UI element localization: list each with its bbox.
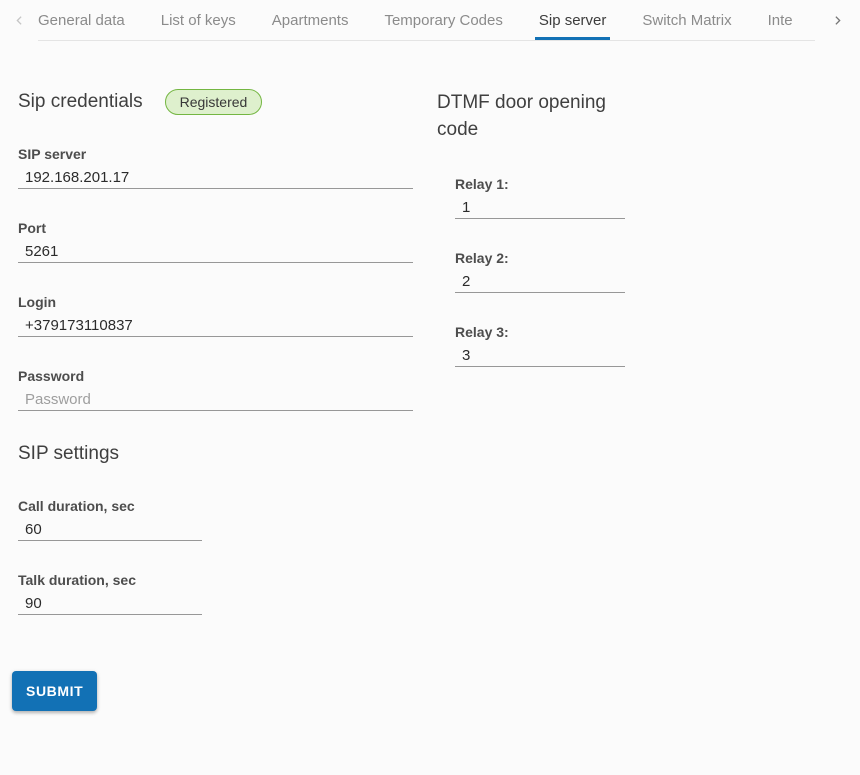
relay-2-label: Relay 2: — [455, 250, 647, 266]
talk-duration-field: Talk duration, sec — [18, 572, 413, 615]
relay-group: Relay 1: Relay 2: Relay 3: — [455, 176, 647, 367]
tab-sip-server[interactable]: Sip server — [539, 0, 607, 40]
tab-general-data[interactable]: General data — [38, 0, 125, 40]
relay-2-field: Relay 2: — [455, 250, 647, 293]
tab-bar: General data List of keys Apartments Tem… — [0, 0, 860, 41]
tabs-scroll-right-button[interactable] — [815, 0, 860, 41]
login-field: Login — [18, 294, 413, 337]
tab-temporary-codes[interactable]: Temporary Codes — [384, 0, 502, 40]
port-label: Port — [18, 220, 413, 236]
sip-credentials-title: Sip credentials — [18, 90, 143, 114]
call-duration-field: Call duration, sec — [18, 498, 413, 541]
sip-settings-title: SIP settings — [18, 442, 413, 466]
chevron-left-icon — [13, 14, 26, 27]
relay-3-label: Relay 3: — [455, 324, 647, 340]
tab-switch-matrix[interactable]: Switch Matrix — [642, 0, 731, 40]
sip-server-page: Sip credentials Registered SIP server Po… — [0, 41, 860, 711]
relay-1-input[interactable] — [455, 197, 625, 219]
password-field: Password — [18, 368, 413, 411]
relay-2-input[interactable] — [455, 271, 625, 293]
password-input[interactable] — [18, 389, 413, 411]
relay-3-input[interactable] — [455, 345, 625, 367]
talk-duration-input[interactable] — [18, 593, 202, 615]
call-duration-input[interactable] — [18, 519, 202, 541]
password-label: Password — [18, 368, 413, 384]
dtmf-title: DTMF door opening code — [437, 89, 627, 143]
sip-credentials-section: Sip credentials Registered SIP server Po… — [18, 41, 413, 711]
talk-duration-label: Talk duration, sec — [18, 572, 413, 588]
tab-strip: General data List of keys Apartments Tem… — [38, 0, 815, 41]
call-duration-label: Call duration, sec — [18, 498, 413, 514]
relay-1-label: Relay 1: — [455, 176, 647, 192]
tab-list-of-keys[interactable]: List of keys — [161, 0, 236, 40]
sip-server-label: SIP server — [18, 146, 413, 162]
dtmf-section: DTMF door opening code Relay 1: Relay 2:… — [437, 41, 647, 711]
tab-apartments[interactable]: Apartments — [272, 0, 349, 40]
submit-button[interactable]: SUBMIT — [12, 671, 97, 711]
tabs-scroll-left-button[interactable] — [0, 0, 38, 41]
port-input[interactable] — [18, 241, 413, 263]
login-input[interactable] — [18, 315, 413, 337]
port-field: Port — [18, 220, 413, 263]
registration-status-badge: Registered — [165, 89, 263, 115]
tab-interface-truncated[interactable]: Inte — [768, 0, 793, 40]
sip-server-input[interactable] — [18, 167, 413, 189]
chevron-right-icon — [831, 14, 844, 27]
sip-server-field: SIP server — [18, 146, 413, 189]
sip-credentials-header: Sip credentials Registered — [18, 89, 413, 115]
relay-3-field: Relay 3: — [455, 324, 647, 367]
login-label: Login — [18, 294, 413, 310]
relay-1-field: Relay 1: — [455, 176, 647, 219]
